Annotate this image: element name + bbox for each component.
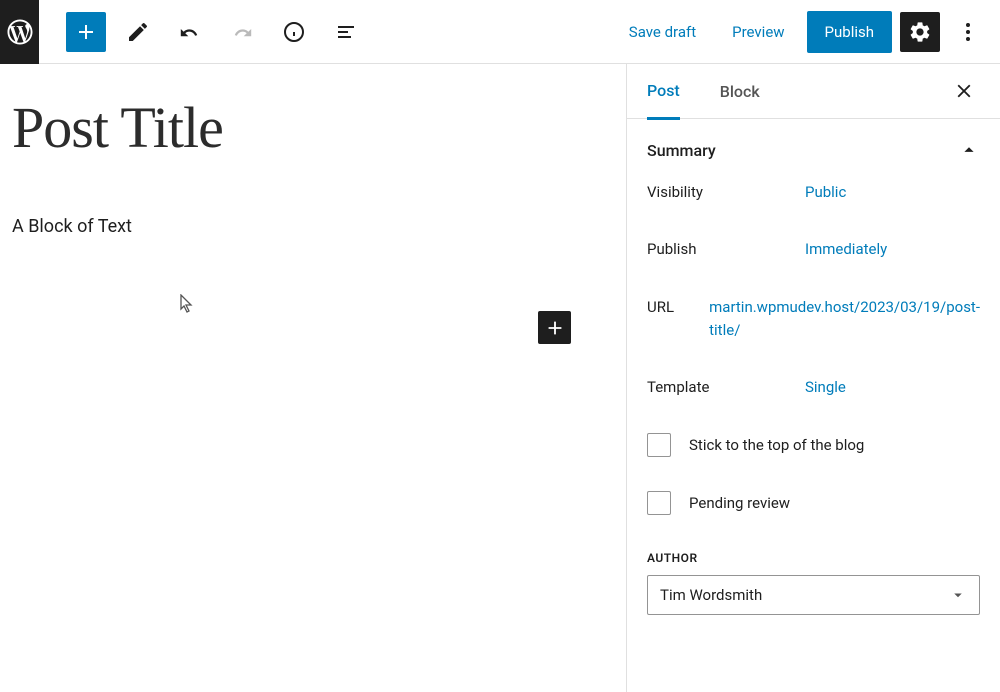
chevron-up-icon <box>958 139 980 161</box>
main: Post Title A Block of Text Post Block Su… <box>0 64 1000 692</box>
stick-checkbox-label: Stick to the top of the blog <box>689 436 864 454</box>
pending-checkbox[interactable] <box>647 491 671 515</box>
post-title-input[interactable]: Post Title <box>12 94 614 161</box>
undo-button[interactable] <box>170 12 210 52</box>
stick-checkbox-row: Stick to the top of the blog <box>647 433 980 457</box>
summary-body: Visibility Public Publish Immediately UR… <box>647 181 980 515</box>
url-value[interactable]: martin.wpmudev.host/2023/03/19/post-titl… <box>709 296 980 343</box>
author-heading: AUTHOR <box>647 551 980 565</box>
redo-button <box>222 12 262 52</box>
close-icon <box>953 80 975 102</box>
plus-icon <box>544 317 566 339</box>
preview-button[interactable]: Preview <box>718 15 798 49</box>
undo-icon <box>178 20 202 44</box>
document-overview-button[interactable] <box>326 12 366 52</box>
add-block-inline-button[interactable] <box>538 311 571 344</box>
details-button[interactable] <box>274 12 314 52</box>
save-draft-button[interactable]: Save draft <box>615 15 710 49</box>
plus-icon <box>74 20 98 44</box>
info-icon <box>282 20 306 44</box>
visibility-label: Visibility <box>647 181 805 201</box>
chevron-down-icon <box>949 586 967 604</box>
gear-icon <box>908 20 932 44</box>
publish-label: Publish <box>647 238 805 258</box>
url-row: URL martin.wpmudev.host/2023/03/19/post-… <box>647 296 980 343</box>
settings-sidebar: Post Block Summary Visibility Public Pub… <box>627 64 1000 692</box>
toolbar: Save draft Preview Publish <box>0 0 1000 64</box>
add-block-button[interactable] <box>66 12 106 52</box>
settings-button[interactable] <box>900 12 940 52</box>
wordpress-icon <box>5 17 35 47</box>
pencil-icon <box>126 20 150 44</box>
paragraph-block[interactable]: A Block of Text <box>12 216 614 237</box>
close-settings-button[interactable] <box>948 75 980 107</box>
editor-area[interactable]: Post Title A Block of Text <box>0 64 627 692</box>
template-row: Template Single <box>647 376 980 399</box>
toolbar-left <box>0 0 366 64</box>
publish-row: Publish Immediately <box>647 238 980 261</box>
toolbar-right: Save draft Preview Publish <box>615 11 988 53</box>
template-value[interactable]: Single <box>805 376 980 399</box>
cursor-icon <box>180 294 196 314</box>
tab-block[interactable]: Block <box>720 65 760 118</box>
author-value: Tim Wordsmith <box>660 586 762 604</box>
list-view-icon <box>334 20 358 44</box>
redo-icon <box>230 20 254 44</box>
template-label: Template <box>647 376 805 396</box>
summary-panel: Summary Visibility Public Publish Immedi… <box>627 119 1000 615</box>
pending-checkbox-row: Pending review <box>647 491 980 515</box>
author-select[interactable]: Tim Wordsmith <box>647 575 980 615</box>
edit-mode-button[interactable] <box>118 12 158 52</box>
sidebar-tabs: Post Block <box>627 64 1000 119</box>
stick-checkbox[interactable] <box>647 433 671 457</box>
summary-title: Summary <box>647 141 716 160</box>
publish-value[interactable]: Immediately <box>805 238 980 261</box>
visibility-value[interactable]: Public <box>805 181 980 204</box>
dots-vertical-icon <box>956 20 980 44</box>
visibility-row: Visibility Public <box>647 181 980 204</box>
summary-panel-toggle[interactable]: Summary <box>647 139 980 181</box>
publish-button[interactable]: Publish <box>807 11 892 53</box>
options-button[interactable] <box>948 12 988 52</box>
url-label: URL <box>647 296 709 316</box>
tab-post[interactable]: Post <box>647 64 680 120</box>
pending-checkbox-label: Pending review <box>689 494 790 512</box>
wordpress-logo[interactable] <box>0 0 39 64</box>
